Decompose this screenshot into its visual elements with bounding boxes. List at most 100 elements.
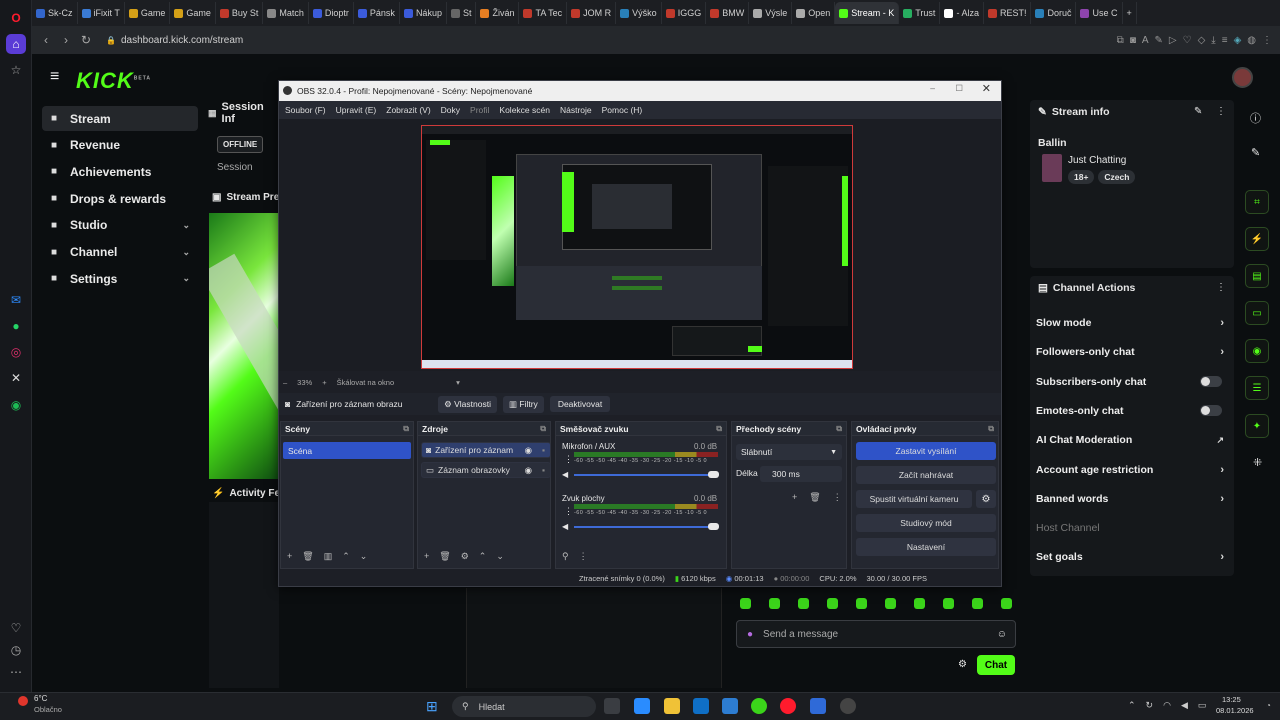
volume-slider[interactable]: [574, 526, 714, 528]
dock-menu-icon[interactable]: ⧉: [716, 424, 722, 434]
virtual-camera-settings-icon[interactable]: ⚙: [976, 490, 996, 508]
obs-menu-item[interactable]: Kolekce scén: [499, 105, 550, 115]
emoji-icon[interactable]: ☺: [997, 629, 1007, 640]
back-icon[interactable]: ‹: [36, 33, 56, 47]
grid-plus-icon[interactable]: ⁜: [1253, 456, 1262, 469]
shield-icon[interactable]: ◇: [1198, 35, 1206, 46]
notification-icon[interactable]: ◔: [1266, 701, 1271, 710]
browser-tab[interactable]: Nákup: [400, 2, 447, 24]
browser-tab[interactable]: iFixit T: [78, 2, 125, 24]
wrench-icon[interactable]: ✦: [1245, 414, 1269, 438]
history-icon[interactable]: ◷: [6, 640, 26, 660]
channel-action-subscribers-only-chat[interactable]: Subscribers-only chat: [1030, 371, 1230, 393]
obs-menu-item[interactable]: Doky: [441, 105, 460, 115]
control-button-2[interactable]: Spustit virtuální kameru: [856, 490, 972, 508]
browser-tab[interactable]: Pánsk: [354, 2, 400, 24]
more-icon[interactable]: ⋮: [579, 551, 588, 562]
up-icon[interactable]: ⌃: [342, 551, 350, 562]
obs-menu-item[interactable]: Zobrazit (V): [386, 105, 430, 115]
obs-menu-item[interactable]: Soubor (F): [285, 105, 326, 115]
browser-tab[interactable]: Živán: [476, 2, 520, 24]
add-icon[interactable]: +: [287, 551, 292, 562]
obs-menu-item[interactable]: Profil: [470, 105, 489, 115]
nav-item-revenue[interactable]: ■ Revenue: [42, 133, 198, 158]
browser-tab[interactable]: St: [447, 2, 477, 24]
emote-icon[interactable]: [914, 598, 925, 609]
file-explorer-icon[interactable]: [664, 698, 680, 714]
browser-tab[interactable]: Sk-Cz: [32, 2, 78, 24]
emote-icon[interactable]: [769, 598, 780, 609]
weather-temp[interactable]: 6°C: [34, 694, 47, 703]
heart-outline-icon[interactable]: ♡: [1183, 35, 1192, 46]
preview-screen[interactable]: [421, 125, 853, 369]
browser-tab[interactable]: Buy St: [216, 2, 264, 24]
vpn-icon[interactable]: ◈: [1234, 35, 1242, 46]
volume-slider[interactable]: [574, 474, 714, 476]
mixer-menu-icon[interactable]: ⋮: [564, 506, 573, 517]
browser-tab[interactable]: Výsle: [749, 2, 793, 24]
browser-tab[interactable]: Stream - K: [835, 2, 900, 24]
opera-logo-icon[interactable]: O: [6, 8, 26, 28]
dock-menu-icon[interactable]: ⧉: [836, 424, 842, 434]
broadcast-icon[interactable]: ◉: [1245, 339, 1269, 363]
channel-action-banned-words[interactable]: Banned words ›: [1030, 488, 1230, 510]
x-icon[interactable]: ✕: [6, 368, 26, 388]
lock-icon[interactable]: ▪: [542, 445, 545, 455]
browser-tab[interactable]: Game: [125, 2, 171, 24]
minimize-icon[interactable]: –: [930, 83, 935, 93]
nav-item-drops-rewards[interactable]: ■ Drops & rewards: [42, 186, 198, 211]
channel-action-followers-only-chat[interactable]: Followers-only chat ›: [1030, 341, 1230, 363]
instagram-icon[interactable]: ◎: [6, 342, 26, 362]
browser-menu-icon[interactable]: ⋮: [1262, 35, 1272, 46]
maximize-icon[interactable]: ☐: [955, 83, 963, 94]
emote-icon[interactable]: [740, 598, 751, 609]
home-icon[interactable]: ⌂: [6, 34, 26, 54]
browser-tab[interactable]: - Alza: [940, 2, 984, 24]
whatsapp-icon[interactable]: ●: [6, 316, 26, 336]
channel-action-ai-chat-moderation[interactable]: AI Chat Moderation ↗: [1030, 429, 1230, 451]
deactivate-button[interactable]: Deaktivovat: [549, 396, 611, 412]
more-icon[interactable]: ⋮: [1216, 282, 1226, 293]
speaker-icon[interactable]: ◀: [562, 522, 568, 531]
link-icon[interactable]: ⚲: [562, 551, 569, 562]
more-icon[interactable]: ⋮: [1216, 106, 1226, 117]
refresh-icon[interactable]: ↻: [1146, 700, 1154, 711]
camera-icon[interactable]: ◙: [1130, 35, 1136, 46]
trash-icon[interactable]: 🗑: [809, 492, 820, 503]
chat-input[interactable]: ● Send a message ☺: [736, 620, 1016, 648]
taskview-icon[interactable]: [604, 698, 620, 714]
zoom-in-icon[interactable]: +: [322, 378, 326, 387]
lightning-icon[interactable]: ⚡: [1245, 227, 1269, 251]
channel-action-slow-mode[interactable]: Slow mode ›: [1030, 312, 1230, 334]
channel-action-emotes-only-chat[interactable]: Emotes-only chat: [1030, 400, 1230, 422]
emote-icon[interactable]: [885, 598, 896, 609]
properties-button[interactable]: ⚙ Vlastnosti: [438, 395, 497, 413]
clock-time[interactable]: 13:25: [1222, 695, 1241, 704]
speaker-icon[interactable]: ◀: [562, 470, 568, 479]
security-icon[interactable]: [810, 698, 826, 714]
store-icon[interactable]: [693, 698, 709, 714]
app-icon[interactable]: [751, 698, 767, 714]
info-icon[interactable]: ⓘ: [1250, 110, 1261, 126]
down-icon[interactable]: ⌄: [360, 551, 368, 562]
control-button-4[interactable]: Nastavení: [856, 538, 996, 556]
browser-tab[interactable]: IGGG: [662, 2, 707, 24]
screen-capture-icon[interactable]: ⌗: [1245, 190, 1269, 214]
browser-tab[interactable]: Výško: [616, 2, 662, 24]
chat-settings-icon[interactable]: ⚙: [958, 659, 967, 670]
emote-icon[interactable]: [943, 598, 954, 609]
battery-icon[interactable]: ▭: [1198, 700, 1207, 711]
account-icon[interactable]: ◍: [1247, 35, 1256, 46]
volume-slider-knob[interactable]: [708, 523, 719, 530]
obs-icon[interactable]: [840, 698, 856, 714]
copilot-icon[interactable]: [634, 698, 650, 714]
forward-icon[interactable]: ›: [56, 33, 76, 47]
obs-menu-item[interactable]: Upravit (E): [336, 105, 377, 115]
heart-icon[interactable]: ♡: [6, 618, 26, 638]
control-button-0[interactable]: Zastavit vysílání: [856, 442, 996, 460]
wifi-icon[interactable]: ◠: [1163, 700, 1171, 711]
browser-tab[interactable]: TA Tec: [519, 2, 568, 24]
browser-tab[interactable]: Open: [792, 2, 836, 24]
reload-icon[interactable]: ↻: [76, 33, 96, 47]
taskbar-search[interactable]: ⚲ Hledat: [452, 696, 596, 717]
